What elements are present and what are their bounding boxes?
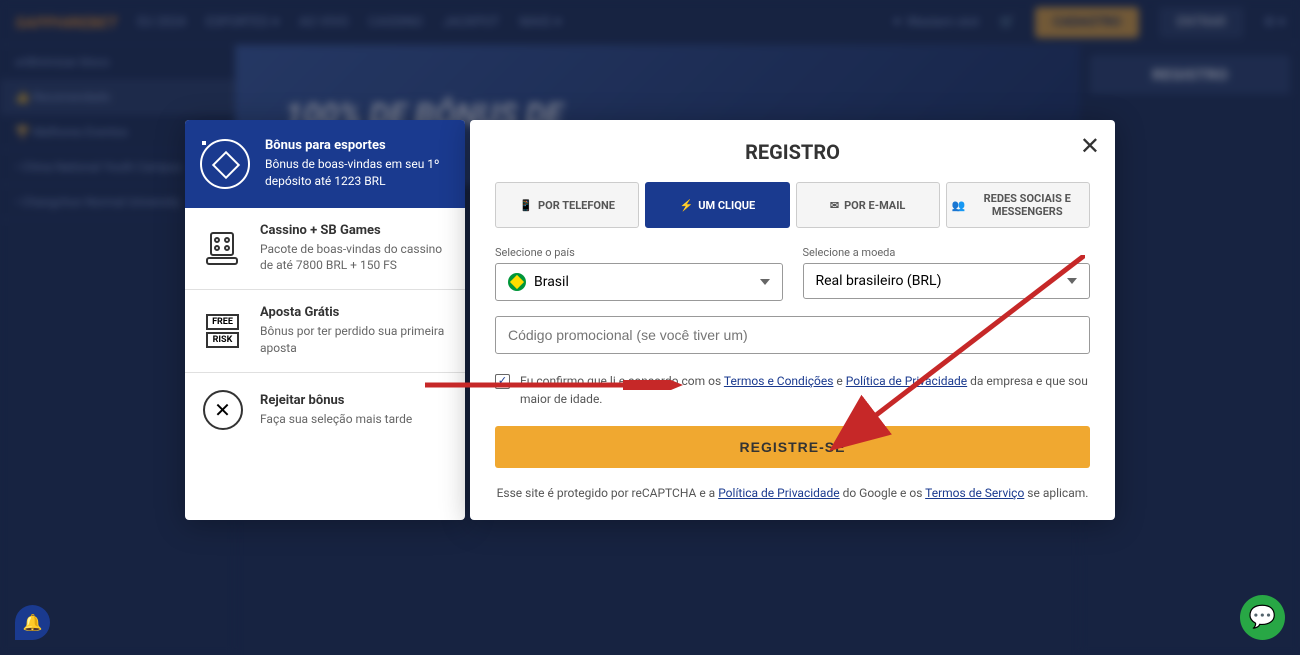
currency-value: Real brasileiro (BRL) — [816, 273, 942, 289]
tab-label: REDES SOCIAIS E MESSENGERS — [970, 192, 1084, 218]
bonus-item-title: Rejeitar bônus — [260, 393, 412, 408]
country-select[interactable]: Brasil — [495, 263, 783, 301]
tab-label: UM CLIQUE — [698, 199, 755, 212]
bonus-header-sports[interactable]: Bônus para esportes Bônus de boas-vindas… — [185, 120, 465, 208]
tab-email[interactable]: ✉ POR E-MAIL — [796, 182, 940, 228]
register-button[interactable]: REGISTRE-SE — [495, 426, 1090, 468]
promo-code-input[interactable] — [495, 316, 1090, 354]
tab-social[interactable]: 👥 REDES SOCIAIS E MESSENGERS — [946, 182, 1090, 228]
terms-text: Eu confirmo que li e concordo com os Ter… — [520, 372, 1090, 408]
privacy-link[interactable]: Política de Privacidade — [846, 374, 967, 388]
bolt-icon: ⚡ — [680, 199, 694, 212]
bonus-header-title: Bônus para esportes — [265, 138, 450, 153]
tab-label: POR TELEFONE — [538, 199, 615, 212]
currency-label: Selecione a moeda — [803, 246, 1091, 259]
bonus-panel: Bônus para esportes Bônus de boas-vindas… — [185, 120, 465, 520]
tab-label: POR E-MAIL — [844, 199, 905, 212]
registration-tabs: 📱 POR TELEFONE ⚡ UM CLIQUE ✉ POR E-MAIL … — [495, 182, 1090, 228]
slot-icon — [200, 226, 245, 271]
reject-icon: ✕ — [200, 388, 245, 433]
bonus-item-title: Cassino + SB Games — [260, 223, 450, 238]
terms-link[interactable]: Termos e Condições — [724, 374, 834, 388]
recaptcha-privacy-link[interactable]: Política de Privacidade — [718, 486, 839, 500]
chevron-down-icon — [760, 279, 770, 285]
bonus-item-desc: Bônus por ter perdido sua primeira apost… — [260, 323, 450, 357]
brazil-flag-icon — [508, 273, 526, 291]
chevron-down-icon — [1067, 278, 1077, 284]
tab-oneclick[interactable]: ⚡ UM CLIQUE — [645, 182, 789, 228]
registration-modal: ✕ REGISTRO 📱 POR TELEFONE ⚡ UM CLIQUE ✉ … — [470, 120, 1115, 520]
chat-button[interactable]: 💬 — [1240, 595, 1285, 640]
people-icon: 👥 — [952, 199, 966, 212]
country-label: Selecione o país — [495, 246, 783, 259]
soccer-ball-icon — [200, 139, 250, 189]
bonus-item-desc: Pacote de boas-vindas do cassino de até … — [260, 241, 450, 275]
close-icon[interactable]: ✕ — [1080, 132, 1100, 160]
bonus-item-desc: Faça sua seleção mais tarde — [260, 411, 412, 428]
mail-icon: ✉ — [830, 199, 839, 212]
bonus-item-casino[interactable]: Cassino + SB Games Pacote de boas-vindas… — [185, 208, 465, 291]
free-risk-icon: FREE RISK — [200, 308, 245, 353]
bonus-item-title: Aposta Grátis — [260, 305, 450, 320]
phone-icon: 📱 — [519, 199, 533, 212]
recaptcha-tos-link[interactable]: Termos de Serviço — [925, 486, 1024, 500]
notification-button[interactable]: 🔔 — [15, 605, 50, 640]
recaptcha-text: Esse site é protegido por reCAPTCHA e a … — [495, 486, 1090, 500]
bonus-header-desc: Bônus de boas-vindas em seu 1º depósito … — [265, 156, 450, 190]
bonus-item-reject[interactable]: ✕ Rejeitar bônus Faça sua seleção mais t… — [185, 373, 465, 448]
terms-checkbox[interactable]: ✓ — [495, 374, 510, 389]
currency-select[interactable]: Real brasileiro (BRL) — [803, 263, 1091, 299]
country-value: Brasil — [534, 274, 569, 290]
bell-icon: 🔔 — [23, 613, 43, 632]
modal-title: REGISTRO — [495, 140, 1090, 164]
bonus-item-freebet[interactable]: FREE RISK Aposta Grátis Bônus por ter pe… — [185, 290, 465, 373]
tab-phone[interactable]: 📱 POR TELEFONE — [495, 182, 639, 228]
chat-icon: 💬 — [1249, 605, 1276, 630]
modal-overlay: Bônus para esportes Bônus de boas-vindas… — [0, 0, 1300, 655]
